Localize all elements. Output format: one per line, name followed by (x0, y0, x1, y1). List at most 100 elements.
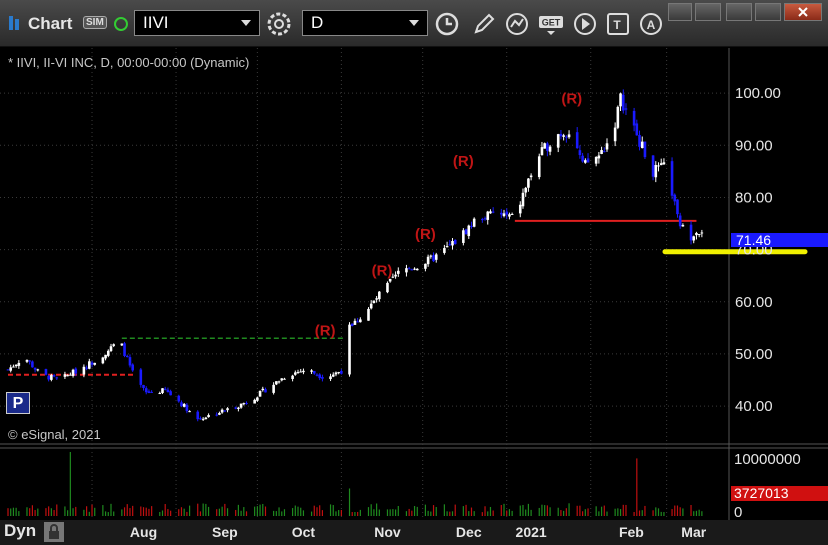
connection-status-icon (114, 17, 128, 31)
candle-body (378, 291, 381, 300)
candle-body (676, 199, 679, 215)
x-tick-label: Feb (618, 524, 644, 540)
chart-area[interactable]: (R)(R)(R)(R)(R) 40.0050.0060.0070.0080.0… (0, 48, 828, 520)
candle-body (106, 350, 110, 356)
candle-body (245, 403, 248, 405)
candle-body (483, 218, 487, 220)
clock-icon[interactable] (433, 10, 461, 38)
candle-body (17, 362, 21, 366)
chevron-down-icon[interactable] (409, 20, 419, 26)
candle-body (689, 224, 693, 241)
candle-body (453, 239, 457, 245)
candle-body (12, 366, 15, 368)
candle-body (486, 211, 490, 220)
y-tick-label: 90.00 (735, 137, 773, 154)
minimize-button[interactable] (726, 3, 752, 21)
get-data-icon[interactable]: GET (537, 10, 565, 38)
resistance-annotation: (R) (315, 323, 336, 340)
candle-body (33, 367, 37, 370)
candle-body (624, 108, 628, 110)
candle-body (261, 388, 265, 391)
candle-body (491, 211, 495, 213)
candle-body (432, 255, 435, 262)
sim-badge[interactable]: SIM (83, 16, 107, 29)
y-tick-label: 80.00 (735, 189, 773, 206)
study-indicator-icon[interactable] (503, 10, 531, 38)
candle-body (47, 375, 50, 380)
restore-window-button[interactable] (695, 3, 721, 21)
close-icon (798, 7, 808, 17)
candle-body (207, 415, 210, 418)
candle-body (451, 240, 454, 246)
text-tool-icon[interactable]: T (604, 10, 632, 38)
candle-body (69, 374, 72, 376)
candle-body (334, 372, 338, 375)
candle-body (472, 218, 476, 227)
candle-body (239, 403, 243, 408)
candle-body (581, 155, 584, 162)
candle-body (356, 321, 359, 323)
candle-body (163, 388, 167, 390)
candle-body (147, 391, 151, 393)
candle-body (331, 374, 335, 377)
candle-body (6, 369, 10, 371)
dynamic-label[interactable]: Dyn (4, 521, 36, 541)
candle-body (158, 393, 162, 395)
candle-body (36, 369, 40, 371)
candle-body (481, 219, 484, 221)
candle-body (169, 391, 172, 396)
candle-body (575, 132, 579, 149)
candle-body (9, 367, 13, 371)
settings-gear-icon[interactable] (265, 10, 293, 38)
candle-body (659, 163, 663, 166)
candle-body (256, 397, 259, 401)
close-button[interactable] (784, 3, 822, 21)
candle-body (201, 418, 205, 420)
candle-body (350, 323, 354, 326)
candle-body (85, 367, 88, 369)
candle-body (619, 93, 622, 107)
candle-body (348, 324, 351, 375)
candle-body (697, 234, 701, 236)
candle-body (66, 375, 69, 377)
p-button[interactable]: P (6, 392, 30, 414)
lock-icon[interactable] (44, 522, 64, 542)
resistance-annotation: (R) (453, 153, 474, 170)
candle-body (367, 308, 370, 321)
candle-body (397, 270, 400, 274)
candle-body (464, 229, 468, 235)
candle-body (223, 410, 227, 412)
symbol-input[interactable]: IIVI (134, 10, 260, 36)
candle-body (120, 343, 124, 346)
candle-body (299, 371, 303, 373)
candle-body (489, 211, 492, 214)
resistance-annotation: (R) (415, 226, 436, 243)
chart-logo-icon (9, 16, 19, 30)
candle-body (678, 215, 682, 227)
pencil-draw-icon[interactable] (470, 10, 498, 38)
play-icon[interactable] (571, 10, 599, 38)
candle-body (681, 224, 685, 227)
candle-body (101, 357, 105, 364)
candle-body (415, 268, 419, 271)
candle-body (52, 375, 56, 377)
candle-body (562, 135, 565, 137)
svg-text:GET: GET (542, 18, 561, 28)
chevron-down-icon[interactable] (241, 20, 251, 26)
alert-icon[interactable]: A (637, 10, 665, 38)
candle-body (272, 384, 275, 393)
maximize-button[interactable] (755, 3, 781, 21)
candle-body (337, 372, 340, 374)
candle-body (220, 409, 224, 413)
candle-body (123, 343, 126, 356)
candle-body (177, 395, 181, 402)
x-tick-label: Mar (681, 524, 707, 540)
candle-body (318, 374, 321, 379)
y-tick-label: 50.00 (735, 346, 773, 363)
candle-body (510, 213, 514, 215)
candle-body (586, 158, 590, 163)
candle-body (470, 225, 473, 227)
interval-select[interactable]: D (302, 10, 428, 36)
candle-body (640, 141, 644, 149)
pin-window-button[interactable] (668, 3, 692, 21)
